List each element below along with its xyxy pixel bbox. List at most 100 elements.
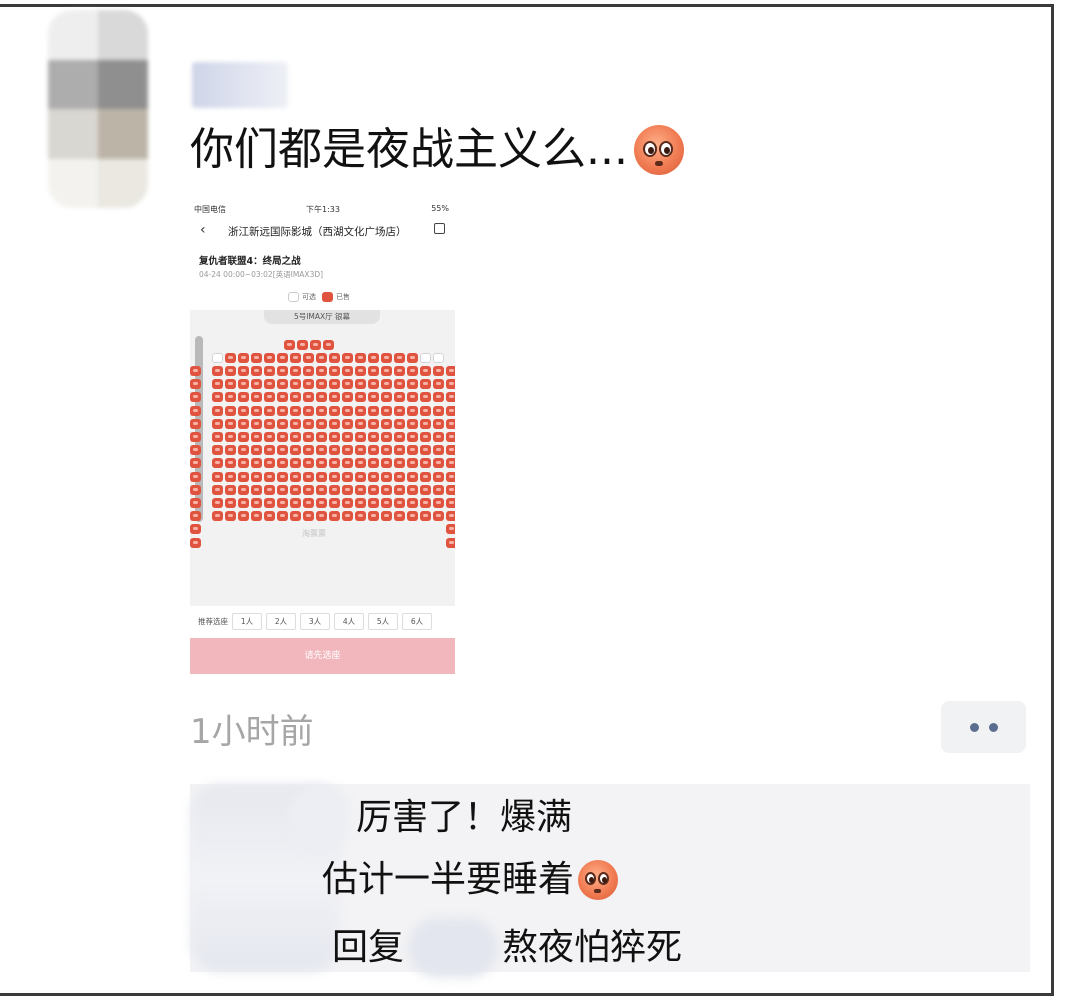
sold-seat xyxy=(329,379,340,390)
sold-seat xyxy=(342,379,353,390)
sold-seat xyxy=(316,392,327,403)
pleading-face-emoji-icon xyxy=(633,125,684,175)
sold-seat xyxy=(368,471,379,482)
sold-seat xyxy=(342,353,353,363)
sold-seat xyxy=(190,432,201,442)
sold-seat xyxy=(277,458,288,469)
more-actions-button[interactable] xyxy=(941,701,1026,753)
sold-seat xyxy=(381,471,392,482)
sold-seat xyxy=(238,353,249,363)
sold-seat xyxy=(277,432,288,442)
sold-seat xyxy=(277,484,288,495)
sold-seat xyxy=(433,471,444,482)
sold-seat xyxy=(446,458,455,469)
sold-seat xyxy=(433,418,444,429)
sold-seat xyxy=(264,418,275,429)
comment-item[interactable]: 厉害了！爆满 xyxy=(356,796,572,840)
sold-seat xyxy=(310,340,321,350)
seat-grid xyxy=(190,310,455,548)
sold-seat xyxy=(251,445,262,456)
reply-label: 回复 xyxy=(332,927,405,968)
sold-seat xyxy=(303,511,314,522)
sold-seat xyxy=(394,418,405,429)
sold-seat xyxy=(190,379,201,390)
sold-seat xyxy=(238,498,249,508)
sold-seat xyxy=(251,405,262,416)
sold-seat xyxy=(212,418,223,429)
sold-seat xyxy=(277,405,288,416)
sold-seat xyxy=(238,445,249,456)
sold-seat xyxy=(433,511,444,522)
cinema-navbar: ‹ 浙江新远国际影城（西湖文化广场店） xyxy=(190,220,455,242)
username[interactable] xyxy=(192,62,288,108)
sold-seat xyxy=(225,445,236,456)
sold-seat xyxy=(329,458,340,469)
sold-seat xyxy=(212,484,223,495)
sold-seat xyxy=(407,379,418,390)
sold-seat xyxy=(225,392,236,403)
sold-seat xyxy=(381,392,392,403)
dot-icon xyxy=(988,722,998,732)
sold-seat xyxy=(342,484,353,495)
sold-seat xyxy=(316,511,327,522)
sold-seat xyxy=(251,511,262,522)
sold-seat xyxy=(342,458,353,469)
sold-seat xyxy=(433,484,444,495)
sold-seat xyxy=(355,392,366,403)
phone-status-bar: 中国电信 下午1:33 55% xyxy=(190,202,455,216)
sold-seat xyxy=(446,498,455,508)
sold-seat xyxy=(446,379,455,390)
sold-seat xyxy=(251,498,262,508)
sold-seat xyxy=(277,471,288,482)
sold-seat xyxy=(420,366,431,376)
sold-seat xyxy=(342,366,353,376)
sold-seat xyxy=(433,498,444,508)
sold-seat xyxy=(238,405,249,416)
sold-seat xyxy=(190,498,201,508)
sold-seat xyxy=(433,432,444,442)
comment-item[interactable]: 估计一半要睡着 xyxy=(322,858,619,902)
sold-seat xyxy=(303,498,314,508)
sold-seat xyxy=(355,353,366,363)
sold-seat xyxy=(368,366,379,376)
sold-seat xyxy=(225,432,236,442)
legend-available: 可选 xyxy=(302,293,316,301)
sold-seat xyxy=(264,498,275,508)
pleading-face-emoji-icon xyxy=(578,860,619,900)
sold-seat xyxy=(303,445,314,456)
sold-seat xyxy=(368,353,379,363)
sold-seat xyxy=(342,405,353,416)
sold-seat xyxy=(394,484,405,495)
comment-item[interactable]: 回复 熬夜怕猝死 xyxy=(332,918,682,978)
taopiaopiao-watermark: 淘票票 xyxy=(302,529,326,538)
sold-seat xyxy=(342,511,353,522)
sold-seat xyxy=(342,471,353,482)
sold-seat xyxy=(212,405,223,416)
sold-seat xyxy=(277,353,288,363)
sold-seat xyxy=(420,445,431,456)
sold-seat xyxy=(446,366,455,376)
sold-seat xyxy=(342,418,353,429)
sold-seat xyxy=(355,498,366,508)
available-seat-icon xyxy=(288,292,299,302)
available-seat xyxy=(433,353,444,363)
sold-seat xyxy=(316,405,327,416)
sold-seat xyxy=(238,432,249,442)
avatar[interactable] xyxy=(48,10,148,208)
sold-seat xyxy=(290,366,301,376)
sold-seat xyxy=(303,379,314,390)
sold-seat xyxy=(212,445,223,456)
sold-seat xyxy=(290,353,301,363)
sold-seat xyxy=(433,445,444,456)
recommend-label: 推荐选座 xyxy=(198,616,228,626)
post-image-screenshot[interactable]: 中国电信 下午1:33 55% ‹ 浙江新远国际影城（西湖文化广场店） 复仇者联… xyxy=(190,200,455,674)
recommend-option: 4人 xyxy=(334,612,364,630)
sold-seat xyxy=(381,511,392,522)
sold-seat xyxy=(190,445,201,456)
sold-seat xyxy=(394,471,405,482)
sold-seat xyxy=(446,432,455,442)
sold-seat xyxy=(212,392,223,403)
sold-seat xyxy=(290,511,301,522)
sold-seat xyxy=(368,405,379,416)
sold-seat xyxy=(277,366,288,376)
